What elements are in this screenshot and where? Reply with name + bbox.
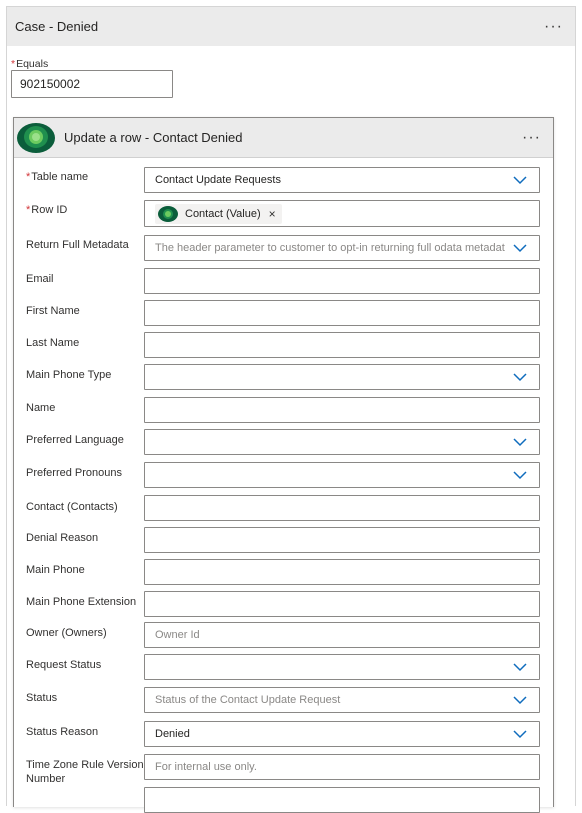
chevron-down-icon	[513, 471, 527, 480]
status-label: Status	[26, 692, 58, 704]
equals-input[interactable]: 902150002	[11, 70, 173, 98]
row-id-token[interactable]: Contact (Value) ×	[155, 203, 282, 224]
main-phone-type-label: Main Phone Type	[26, 369, 112, 381]
preferred-pronouns-label: Preferred Pronouns	[26, 467, 122, 479]
contact-input[interactable]	[144, 495, 540, 521]
main-phone-extension-label: Main Phone Extension	[26, 596, 137, 608]
chevron-down-icon	[513, 176, 527, 185]
main-phone-extension-input[interactable]	[144, 591, 540, 617]
preferred-language-select[interactable]	[144, 429, 540, 455]
equals-label: *Equals	[11, 58, 49, 70]
action-title: Update a row - Contact Denied	[64, 130, 243, 145]
status-reason-select[interactable]: Denied	[144, 721, 540, 747]
update-row-action: Update a row - Contact Denied ··· *Table…	[13, 117, 554, 813]
contact-label: Contact (Contacts)	[26, 501, 118, 513]
denial-reason-input[interactable]	[144, 527, 540, 553]
time-zone-rule-input[interactable]: For internal use only.	[144, 754, 540, 780]
first-name-input[interactable]	[144, 300, 540, 326]
preferred-pronouns-select[interactable]	[144, 462, 540, 488]
first-name-label: First Name	[26, 305, 80, 317]
status-reason-label: Status Reason	[26, 726, 99, 738]
case-more-options-icon[interactable]: ···	[542, 18, 565, 34]
request-status-label: Request Status	[26, 659, 102, 671]
owner-label: Owner (Owners)	[26, 627, 107, 639]
row-id-input[interactable]: Contact (Value) ×	[144, 200, 540, 227]
time-zone-rule-label: Time Zone Rule Version Number	[26, 759, 144, 785]
status-select[interactable]: Status of the Contact Update Request	[144, 687, 540, 713]
dataverse-icon	[17, 122, 55, 153]
last-name-input[interactable]	[144, 332, 540, 358]
name-input[interactable]	[144, 397, 540, 423]
return-full-metadata-select[interactable]: The header parameter to customer to opt-…	[144, 235, 540, 261]
chevron-down-icon	[513, 696, 527, 705]
return-full-metadata-label: Return Full Metadata	[26, 239, 129, 251]
main-phone-label: Main Phone	[26, 564, 85, 576]
next-field-input[interactable]	[144, 787, 540, 813]
email-label: Email	[26, 273, 54, 285]
main-phone-input[interactable]	[144, 559, 540, 585]
owner-input[interactable]: Owner Id	[144, 622, 540, 648]
preferred-language-label: Preferred Language	[26, 434, 124, 446]
last-name-label: Last Name	[26, 337, 80, 349]
main-phone-type-select[interactable]	[144, 364, 540, 390]
case-header[interactable]: Case - Denied ···	[7, 7, 575, 46]
chevron-down-icon	[513, 730, 527, 739]
denial-reason-label: Denial Reason	[26, 532, 99, 544]
action-more-options-icon[interactable]: ···	[520, 129, 543, 145]
case-title: Case - Denied	[15, 19, 99, 34]
chevron-down-icon	[513, 373, 527, 382]
chevron-down-icon	[513, 438, 527, 447]
chevron-down-icon	[513, 663, 527, 672]
table-name-select[interactable]: Contact Update Requests	[144, 167, 540, 193]
required-asterisk: *	[11, 58, 16, 70]
chevron-down-icon	[513, 244, 527, 253]
action-header[interactable]: Update a row - Contact Denied ···	[14, 118, 553, 158]
table-name-label: *Table name	[26, 171, 89, 183]
dataverse-icon	[158, 205, 178, 222]
row-id-label: *Row ID	[26, 204, 68, 216]
remove-token-icon[interactable]: ×	[269, 207, 276, 221]
email-input[interactable]	[144, 268, 540, 294]
request-status-select[interactable]	[144, 654, 540, 680]
name-label: Name	[26, 402, 56, 414]
